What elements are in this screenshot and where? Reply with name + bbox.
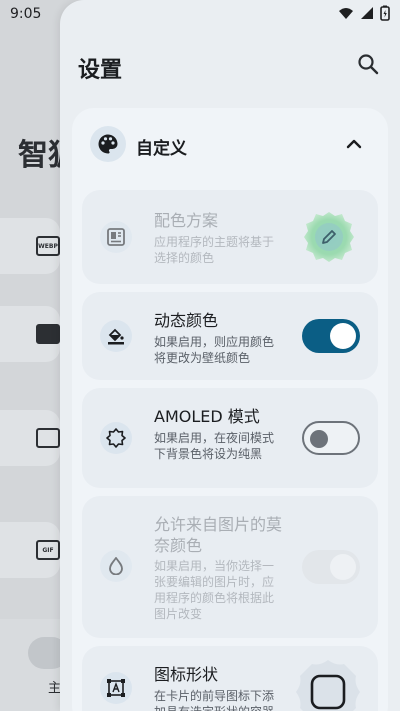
wifi-icon xyxy=(339,8,353,19)
gif-icon: GIF xyxy=(36,540,60,560)
icon-shape-preview-button[interactable] xyxy=(294,658,362,711)
picture-in-picture-icon xyxy=(36,324,60,344)
background-card[interactable] xyxy=(0,306,60,362)
background-card[interactable] xyxy=(0,410,60,466)
format-shapes-icon xyxy=(100,672,132,704)
dynamic-colors-item[interactable]: 动态颜色 如果启用，则应用颜色将更改为壁纸颜色 xyxy=(82,292,378,380)
customize-section: 自定义 配色方案 应用程序的主题将基于选择的颜色 动态颜色 如果启用，则应用颜色… xyxy=(72,108,388,711)
color-swatch-icon xyxy=(304,212,354,262)
color-picker-button[interactable] xyxy=(302,210,356,264)
status-time: 9:05 xyxy=(10,6,42,22)
color-scheme-icon xyxy=(100,221,132,253)
webp-icon: WEBP xyxy=(36,236,60,256)
color-scheme-item[interactable]: 配色方案 应用程序的主题将基于选择的颜色 xyxy=(82,190,378,284)
amoled-mode-title: AMOLED 模式 xyxy=(154,407,260,426)
palette-icon xyxy=(90,126,126,162)
search-icon xyxy=(358,54,379,75)
chevron-up-icon[interactable] xyxy=(344,134,364,154)
icon-shape-description: 在卡片的前导图标下添加具有选定形状的容器 xyxy=(154,689,275,711)
amoled-mode-description: 如果启用，在夜间模式下背景色将设为纯黑 xyxy=(154,431,275,461)
amoled-mode-switch[interactable] xyxy=(302,421,360,455)
status-icons xyxy=(338,5,390,21)
switch-knob xyxy=(310,430,328,448)
dynamic-colors-description: 如果启用，则应用颜色将更改为壁纸颜色 xyxy=(154,335,275,365)
monet-colors-item[interactable]: 允许来自图片的莫奈颜色 如果启用，当你选择一张要编辑的图片时，应用程序的颜色将根… xyxy=(82,496,378,638)
switch-knob xyxy=(330,554,356,580)
color-scheme-description: 应用程序的主题将基于选择的颜色 xyxy=(154,235,275,265)
amoled-mode-item[interactable]: AMOLED 模式 如果启用，在夜间模式下背景色将设为纯黑 xyxy=(82,388,378,488)
screen: 9:05 智狐 WEBP GIF 主 设置 自定义 配色方案 应用程序的主题将基… xyxy=(0,0,400,711)
water-drop-icon xyxy=(100,550,132,582)
brightness-icon xyxy=(100,422,132,454)
monet-colors-switch[interactable] xyxy=(302,550,360,584)
settings-header: 设置 xyxy=(60,28,400,100)
monet-colors-description: 如果启用，当你选择一张要编辑的图片时，应用程序的颜色将根据此图片改变 xyxy=(154,559,275,621)
section-header[interactable]: 自定义 xyxy=(90,126,370,162)
icon-shape-item[interactable]: 图标形状 在卡片的前导图标下添加具有选定形状的容器 xyxy=(82,646,378,711)
color-scheme-title: 配色方案 xyxy=(154,211,219,230)
dynamic-colors-title: 动态颜色 xyxy=(154,311,219,330)
status-bar xyxy=(60,0,400,28)
settings-sheet: 设置 自定义 配色方案 应用程序的主题将基于选择的颜色 动态颜色 如果启用，则应… xyxy=(60,0,400,711)
page-title: 设置 xyxy=(78,58,123,83)
search-button[interactable] xyxy=(354,50,382,78)
monet-colors-title: 允许来自图片的莫奈颜色 xyxy=(154,515,283,555)
shape-preview-icon xyxy=(296,660,360,711)
battery-icon xyxy=(380,5,390,21)
background-card[interactable]: GIF xyxy=(0,522,60,578)
background-card[interactable]: WEBP xyxy=(0,218,60,274)
format-color-fill-icon xyxy=(100,320,132,352)
section-title: 自定义 xyxy=(136,139,187,159)
signal-icon xyxy=(361,7,373,19)
switch-knob xyxy=(330,323,356,349)
image-edit-icon xyxy=(36,428,60,448)
icon-shape-title: 图标形状 xyxy=(154,665,219,684)
dynamic-colors-switch[interactable] xyxy=(302,319,360,353)
